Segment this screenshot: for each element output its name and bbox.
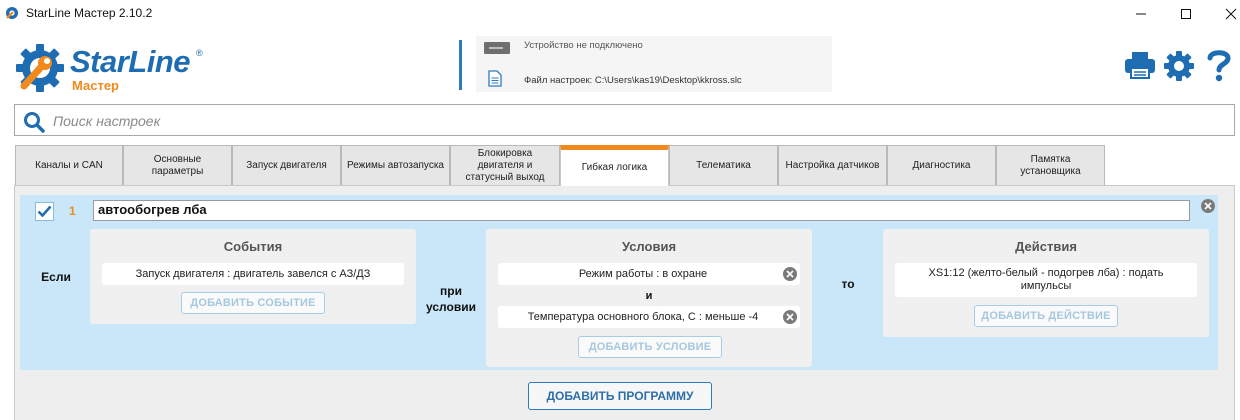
action-item[interactable]: XS1:12 (желто-белый - подогрев лба) : по… <box>895 263 1197 297</box>
tab-sensor-settings[interactable]: Настройка датчиков <box>778 145 887 185</box>
events-panel: События Запуск двигателя : двигатель зав… <box>90 229 416 324</box>
tab-autostart-modes[interactable]: Режимы автозапуска <box>341 145 450 185</box>
actions-panel: Действия XS1:12 (желто-белый - подогрев … <box>883 229 1209 337</box>
starline-app-icon <box>4 5 20 26</box>
if-label: Если <box>41 270 71 284</box>
remove-icon <box>786 313 794 321</box>
tab-flexible-logic[interactable]: Гибкая логика <box>560 145 669 186</box>
condition-item[interactable]: Температура основного блока, С : меньше … <box>498 306 800 328</box>
maximize-icon <box>1181 9 1191 19</box>
tab-installer-memo[interactable]: Памятка установщика <box>996 145 1105 185</box>
conditions-title: Условия <box>621 239 677 254</box>
add-event-button[interactable]: ДОБАВИТЬ СОБЫТИЕ <box>181 292 325 314</box>
minimize-button[interactable] <box>1118 0 1164 28</box>
help-question-icon[interactable] <box>1207 48 1231 87</box>
file-icon <box>488 70 502 92</box>
tab-engine-lock[interactable]: Блокировка двигателя и статусный выход <box>450 145 560 185</box>
tab-telematics[interactable]: Телематика <box>669 145 778 185</box>
while-condition-label: при условии <box>426 284 476 314</box>
add-condition-button[interactable]: ДОБАВИТЬ УСЛОВИЕ <box>578 336 722 358</box>
settings-file-path[interactable]: Файл настроек: C:\Users\kas19\Desktop\kk… <box>524 75 742 86</box>
title-bar: StarLine Мастер 2.10.2 <box>0 0 1240 28</box>
close-button[interactable] <box>1208 0 1240 28</box>
app-window: StarLine Мастер 2.10.2 StarLine ® Мастер… <box>0 0 1240 420</box>
settings-search-box[interactable] <box>14 104 1235 136</box>
program-number: 1 <box>69 204 76 218</box>
tab-channels-can[interactable]: Каналы и CAN <box>15 145 123 185</box>
condition-item[interactable]: Режим работы : в охране <box>498 263 800 285</box>
brand-name: StarLine <box>70 44 191 79</box>
then-label: то <box>841 277 855 291</box>
search-icon <box>23 111 45 138</box>
starline-logo: StarLine ® Мастер <box>14 40 214 96</box>
program-name-field[interactable]: автообогрев лба <box>93 200 1190 221</box>
device-info-panel: Устройство не подключено Файл настроек: … <box>476 36 832 92</box>
brand-subtitle: Мастер <box>72 78 119 93</box>
remove-icon <box>786 270 794 278</box>
conditions-panel: Условия Режим работы : в охране и Темпер… <box>486 229 812 367</box>
program-enabled-checkbox[interactable] <box>35 202 54 221</box>
device-status: Устройство не подключено <box>524 40 643 51</box>
tab-diagnostics[interactable]: Диагностика <box>887 145 996 185</box>
tab-engine-start[interactable]: Запуск двигателя <box>232 145 341 185</box>
delete-program-button[interactable] <box>1201 199 1215 213</box>
maximize-button[interactable] <box>1163 0 1209 28</box>
print-icon[interactable] <box>1124 50 1156 85</box>
tab-main-params[interactable]: Основные параметры <box>123 145 232 185</box>
settings-gear-icon[interactable] <box>1163 50 1195 87</box>
condition-joiner: и <box>645 290 653 302</box>
actions-title: Действия <box>1015 239 1077 254</box>
checkmark-icon <box>37 205 52 218</box>
window-title: StarLine Мастер 2.10.2 <box>26 6 153 20</box>
events-title: События <box>223 239 283 254</box>
remove-condition-button[interactable] <box>783 310 797 324</box>
close-icon <box>1225 8 1237 20</box>
gear-wrench-logo-icon <box>16 44 64 92</box>
remove-condition-button[interactable] <box>783 267 797 281</box>
search-input[interactable] <box>53 110 1213 132</box>
add-program-button[interactable]: ДОБАВИТЬ ПРОГРАММУ <box>528 382 712 410</box>
header-divider <box>459 40 462 90</box>
device-icon <box>484 42 510 54</box>
minimize-icon <box>1136 13 1146 15</box>
add-action-button[interactable]: ДОБАВИТЬ ДЕЙСТВИЕ <box>974 305 1118 327</box>
trademark-sign: ® <box>196 48 203 58</box>
remove-icon <box>1204 202 1212 210</box>
event-item[interactable]: Запуск двигателя : двигатель завелся с А… <box>102 263 404 285</box>
